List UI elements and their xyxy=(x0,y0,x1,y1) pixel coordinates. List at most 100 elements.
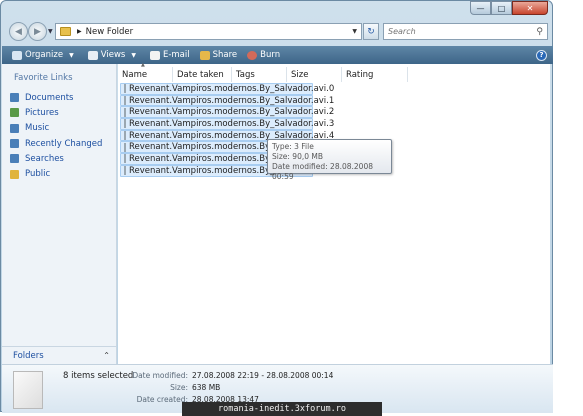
column-header-name[interactable]: ▲ Name xyxy=(118,62,173,82)
chevron-up-icon: ⌃ xyxy=(103,351,110,360)
column-header-size[interactable]: Size xyxy=(287,67,342,82)
chevron-down-icon: ▼ xyxy=(69,51,74,59)
column-label: Tags xyxy=(236,69,255,80)
favorite-links-list: Documents Pictures Music Recently Changed Se… xyxy=(10,90,102,182)
file-thumbnail-icon xyxy=(13,371,43,409)
forward-button[interactable]: ▶ xyxy=(28,22,47,41)
watermark: romania-inedit.3xforum.ro xyxy=(182,402,382,416)
address-dropdown-icon[interactable]: ▼ xyxy=(352,28,357,35)
public-folder-icon xyxy=(10,169,19,179)
date-modified-value: 27.08.2008 22:19 - 28.08.2008 00:14 xyxy=(192,371,334,380)
nav-item[interactable]: Documents xyxy=(10,90,102,105)
nav-item-label: Public xyxy=(25,169,51,180)
file-icon xyxy=(124,142,126,152)
maximize-button[interactable]: □ xyxy=(491,1,512,15)
file-tooltip: Type: 3 File Size: 90,0 MB Date modified… xyxy=(267,139,392,181)
nav-item-label: Searches xyxy=(25,153,64,164)
nav-item[interactable]: Public xyxy=(10,166,102,181)
back-button[interactable]: ◀ xyxy=(9,22,28,41)
column-header-row: ▲ Name Date taken Tags Size Rating xyxy=(118,62,550,82)
share-button[interactable]: Share xyxy=(199,50,238,60)
address-row: ◀ ▶ ▼ ▶ New Folder ▼ ↻ ⚲ xyxy=(1,21,554,45)
file-list: ▲ Name Date taken Tags Size Rating Reven… xyxy=(118,62,550,364)
nav-item-label: Music xyxy=(25,123,50,134)
organize-icon xyxy=(12,50,22,60)
tooltip-modified: Date modified: 28.08.2008 00:59 xyxy=(272,162,374,181)
search-input[interactable] xyxy=(388,27,528,36)
views-label: Views xyxy=(100,50,126,60)
help-icon: ? xyxy=(539,51,544,59)
views-button[interactable]: Views ▼ xyxy=(87,50,136,60)
nav-item[interactable]: Searches xyxy=(10,151,102,166)
nav-item-label: Documents xyxy=(25,92,74,103)
file-name: Revenant.Vampiros.modernos.By_Salvador.a… xyxy=(129,83,335,94)
email-icon xyxy=(149,50,160,60)
searches-icon xyxy=(10,154,19,164)
file-row[interactable]: Revenant.Vampiros.modernos.By_Salvador.a… xyxy=(120,106,334,119)
column-label: Date taken xyxy=(177,69,224,80)
minimize-button[interactable]: — xyxy=(470,1,491,15)
size-label: Size: xyxy=(170,383,188,392)
file-icon xyxy=(124,96,126,106)
explorer-window: — □ ✕ ◀ ▶ ▼ ▶ New Folder ▼ ↻ ⚲ Organize … xyxy=(0,0,554,413)
file-name: Revenant.Vampiros.modernos.By_Salvador.a… xyxy=(129,95,335,106)
column-header-rating[interactable]: Rating xyxy=(342,67,408,82)
file-row[interactable]: Revenant.Vampiros.modernos.By_Salvador.a… xyxy=(120,118,334,130)
search-box[interactable]: ⚲ xyxy=(383,23,548,40)
organize-button[interactable]: Organize ▼ xyxy=(12,50,74,60)
refresh-icon: ↻ xyxy=(367,26,375,37)
nav-item-label: Recently Changed xyxy=(25,138,103,149)
file-icon xyxy=(124,84,126,94)
column-label: Rating xyxy=(346,69,374,80)
file-icon xyxy=(124,154,126,164)
burn-icon xyxy=(247,50,258,60)
recent-icon xyxy=(10,139,19,149)
organize-label: Organize xyxy=(25,50,64,60)
nav-item[interactable]: Recently Changed xyxy=(10,136,102,151)
file-icon xyxy=(124,166,126,176)
documents-icon xyxy=(10,93,19,103)
nav-item[interactable]: Music xyxy=(10,121,102,136)
burn-label: Burn xyxy=(260,50,281,60)
file-row[interactable]: Revenant.Vampiros.modernos.By_Salvador.a… xyxy=(120,94,334,107)
caption-buttons: — □ ✕ xyxy=(470,1,548,15)
date-created-label: Date created: xyxy=(136,395,188,404)
refresh-button[interactable]: ↻ xyxy=(363,23,379,40)
size-value: 638 MB xyxy=(192,383,221,392)
views-icon xyxy=(87,50,98,60)
column-header-tags[interactable]: Tags xyxy=(232,67,287,82)
nav-item[interactable]: Pictures xyxy=(10,105,102,120)
email-button[interactable]: E-mail xyxy=(149,50,190,60)
forward-arrow-icon: ▶ xyxy=(34,26,41,37)
favorite-links-heading: Favorite Links xyxy=(14,73,73,83)
file-name: Revenant.Vampiros.modernos.By_Salvador.a… xyxy=(129,118,335,129)
navigation-pane: Favorite Links Documents Pictures Music Rec… xyxy=(2,64,117,364)
close-button[interactable]: ✕ xyxy=(512,1,548,15)
breadcrumb-folder[interactable]: New Folder xyxy=(86,27,134,37)
folders-toggle[interactable]: Folders ⌃ xyxy=(2,346,116,364)
recent-pages-dropdown[interactable]: ▼ xyxy=(48,28,53,35)
tooltip-type: Type: 3 File xyxy=(272,142,314,151)
search-icon[interactable]: ⚲ xyxy=(536,27,543,37)
date-modified-label: Date modified: xyxy=(132,371,188,380)
help-button[interactable]: ? xyxy=(536,49,547,61)
folders-label: Folders xyxy=(13,350,44,361)
chevron-down-icon: ▼ xyxy=(131,51,136,59)
file-icon xyxy=(124,107,126,117)
breadcrumb-arrow-icon[interactable]: ▶ xyxy=(77,28,82,35)
share-icon xyxy=(199,50,210,60)
column-header-date-taken[interactable]: Date taken xyxy=(173,67,232,82)
file-name: Revenant.Vampiros.modernos.By_Salvador.a… xyxy=(129,107,335,118)
column-label: Size xyxy=(291,69,309,80)
command-bar: Organize ▼ Views ▼ E-mail Share Burn ? xyxy=(2,46,553,64)
file-icon xyxy=(124,119,126,129)
burn-button[interactable]: Burn xyxy=(247,50,280,60)
address-bar[interactable]: ▶ New Folder ▼ xyxy=(55,23,362,40)
folder-icon xyxy=(60,27,71,36)
share-label: Share xyxy=(212,50,238,60)
file-icon xyxy=(124,131,126,141)
back-arrow-icon: ◀ xyxy=(15,26,22,37)
file-row[interactable]: Revenant.Vampiros.modernos.By_Salvador.a… xyxy=(120,83,334,95)
pictures-icon xyxy=(10,108,19,118)
email-label: E-mail xyxy=(162,50,190,60)
